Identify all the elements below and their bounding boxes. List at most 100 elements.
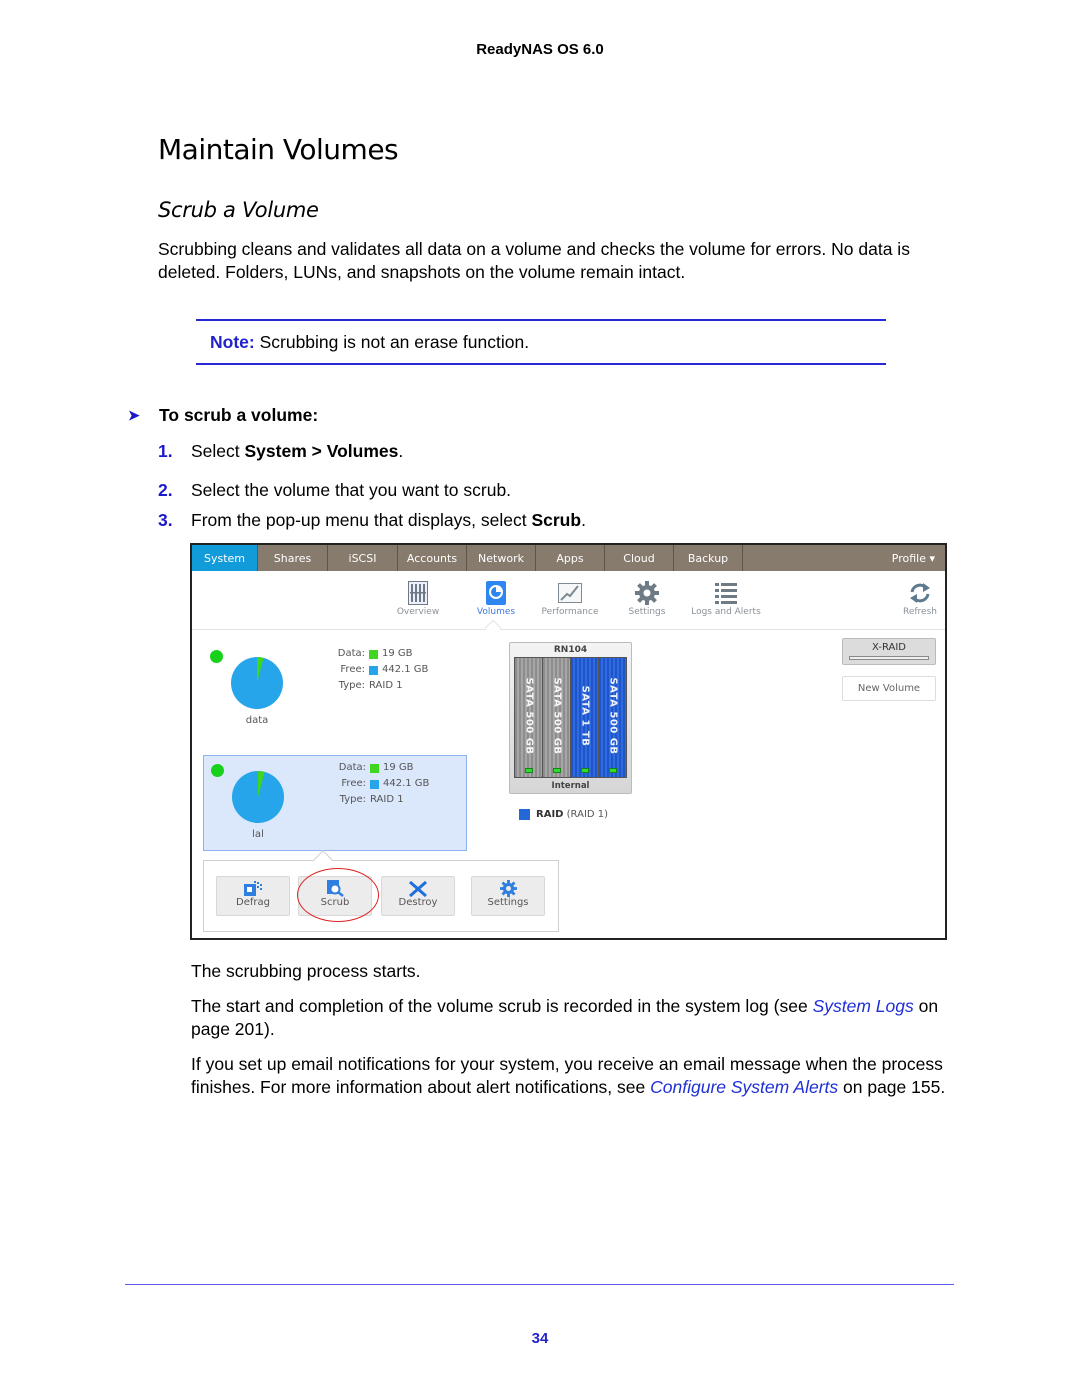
- arrow-icon: ➤: [128, 407, 140, 423]
- status-dot: [211, 764, 224, 777]
- subnav-volumes[interactable]: Volumes: [468, 579, 524, 617]
- subnav-overview[interactable]: Overview: [388, 579, 448, 617]
- tab-backup[interactable]: Backup: [674, 545, 743, 571]
- subsection-title: Scrub a Volume: [158, 198, 319, 222]
- free-label: Free:: [341, 778, 366, 789]
- chassis-location: Internal: [551, 781, 590, 791]
- disk-label: SATA 500 GB: [523, 677, 534, 755]
- disk-label: SATA 1 TB: [579, 685, 590, 747]
- disk-bay-2[interactable]: SATA 500 GB: [543, 658, 570, 777]
- step-text: From the pop-up menu that displays, sele…: [191, 510, 586, 530]
- free-value: 442.1 GB: [382, 664, 429, 675]
- sub-nav: Overview Volumes Performance Settings Lo…: [192, 571, 945, 630]
- tab-cloud[interactable]: Cloud: [605, 545, 674, 571]
- free-swatch: [369, 665, 378, 675]
- subnav-settings[interactable]: Settings: [622, 579, 672, 617]
- configure-system-alerts-link[interactable]: Configure System Alerts: [650, 1077, 838, 1097]
- tab-shares[interactable]: Shares: [258, 545, 328, 571]
- x-raid-bar: [849, 656, 929, 660]
- disk-led: [608, 768, 617, 773]
- volume-stats: Data: 19 GB Free: 442.1 GB Type: RAID 1: [333, 646, 429, 694]
- subnav-logs-and-alerts[interactable]: Logs and Alerts: [686, 579, 766, 617]
- defrag-button[interactable]: Defrag: [216, 876, 290, 916]
- data-value: 19 GB: [382, 648, 413, 659]
- status-dot: [210, 650, 223, 663]
- scrub-button[interactable]: Scrub: [298, 876, 372, 916]
- settings-button[interactable]: Settings: [471, 876, 545, 916]
- result-paragraph: The scrubbing process starts.: [191, 961, 421, 981]
- disk-bays: SATA 500 GB SATA 500 GB SATA 1 TB SATA 5…: [514, 657, 627, 778]
- data-swatch: [370, 763, 379, 773]
- tab-accounts[interactable]: Accounts: [398, 545, 467, 571]
- list-icon: [686, 579, 766, 607]
- step-3: 3. From the pop-up menu that displays, s…: [158, 510, 586, 531]
- step-text: Select System > Volumes.: [191, 441, 404, 461]
- step-number: 1.: [158, 441, 173, 461]
- destroy-icon: [382, 877, 454, 897]
- nas-chassis: RN104 SATA 500 GB SATA 500 GB SATA 1 TB …: [509, 642, 632, 794]
- section-title: Maintain Volumes: [158, 133, 399, 166]
- button-label: Scrub: [320, 897, 350, 908]
- type-label: Type:: [339, 794, 366, 805]
- destroy-button[interactable]: Destroy: [381, 876, 455, 916]
- volume-name: data: [245, 715, 269, 726]
- free-label: Free:: [340, 664, 365, 675]
- volume-card-lal[interactable]: lal Data: 19 GB Free: 442.1 GB Type: RAID 1: [203, 755, 467, 851]
- subnav-label: Overview: [396, 607, 440, 617]
- volume-card-data[interactable]: data Data: 19 GB Free: 442.1 GB Type: RAID …: [203, 642, 467, 738]
- button-label: Settings: [487, 897, 529, 908]
- procedure-heading: ➤ To scrub a volume:: [128, 405, 318, 426]
- subnav-label: Settings: [628, 607, 666, 617]
- raid-legend: RAID (RAID 1): [519, 809, 608, 820]
- disk-bay-1[interactable]: SATA 500 GB: [515, 658, 542, 777]
- data-swatch: [369, 649, 378, 659]
- button-label: Destroy: [398, 897, 438, 908]
- subnav-label: Logs and Alerts: [691, 607, 761, 617]
- button-label: Defrag: [236, 897, 270, 908]
- disk-bay-4[interactable]: SATA 500 GB: [599, 658, 626, 777]
- type-value: RAID 1: [369, 680, 403, 691]
- disk-led: [524, 768, 533, 773]
- running-header: ReadyNAS OS 6.0: [476, 41, 604, 58]
- volume-usage-pie: [231, 657, 283, 709]
- footer-rule: [125, 1284, 954, 1285]
- gear-icon: [622, 579, 672, 607]
- subnav-label: Refresh: [903, 607, 937, 617]
- disk-bay-3[interactable]: SATA 1 TB: [571, 658, 598, 777]
- tab-network[interactable]: Network: [467, 545, 536, 571]
- profile-menu[interactable]: Profile ▾: [892, 545, 945, 571]
- free-swatch: [370, 779, 379, 789]
- chassis-model: RN104: [553, 645, 588, 655]
- tab-system[interactable]: System: [192, 545, 258, 571]
- x-raid-label: X-RAID: [872, 642, 906, 653]
- new-volume-button[interactable]: New Volume: [842, 676, 936, 701]
- step-number: 2.: [158, 480, 173, 500]
- note-text: Scrubbing is not an erase function.: [259, 332, 530, 352]
- subnav-performance[interactable]: Performance: [536, 579, 604, 617]
- tab-apps[interactable]: Apps: [536, 545, 605, 571]
- performance-icon: [536, 579, 604, 607]
- disk-label: SATA 500 GB: [551, 677, 562, 755]
- readynas-screenshot: System Shares iSCSI Accounts Network App…: [190, 543, 947, 940]
- volume-stats: Data: 19 GB Free: 442.1 GB Type: RAID 1: [334, 760, 430, 808]
- step-number: 3.: [158, 510, 173, 530]
- defrag-icon: [217, 877, 289, 897]
- volume-usage-pie: [232, 771, 284, 823]
- note-label: Note:: [210, 332, 255, 352]
- step-1: 1. Select System > Volumes.: [158, 441, 403, 462]
- type-value: RAID 1: [370, 794, 404, 805]
- top-nav: System Shares iSCSI Accounts Network App…: [192, 545, 945, 571]
- raid-name: RAID: [536, 809, 564, 820]
- x-raid-toggle[interactable]: X-RAID: [842, 638, 936, 665]
- system-logs-link[interactable]: System Logs: [813, 996, 914, 1016]
- free-value: 442.1 GB: [383, 778, 430, 789]
- data-value: 19 GB: [383, 762, 414, 773]
- subnav-label: Performance: [541, 607, 599, 617]
- refresh-button[interactable]: Refresh: [900, 579, 940, 617]
- procedure-title: To scrub a volume:: [159, 405, 319, 425]
- tab-iscsi[interactable]: iSCSI: [328, 545, 398, 571]
- volumes-icon: [468, 579, 524, 607]
- data-label: Data:: [338, 762, 366, 773]
- note: Note: Scrubbing is not an erase function…: [210, 332, 529, 353]
- volume-name: lal: [252, 829, 264, 840]
